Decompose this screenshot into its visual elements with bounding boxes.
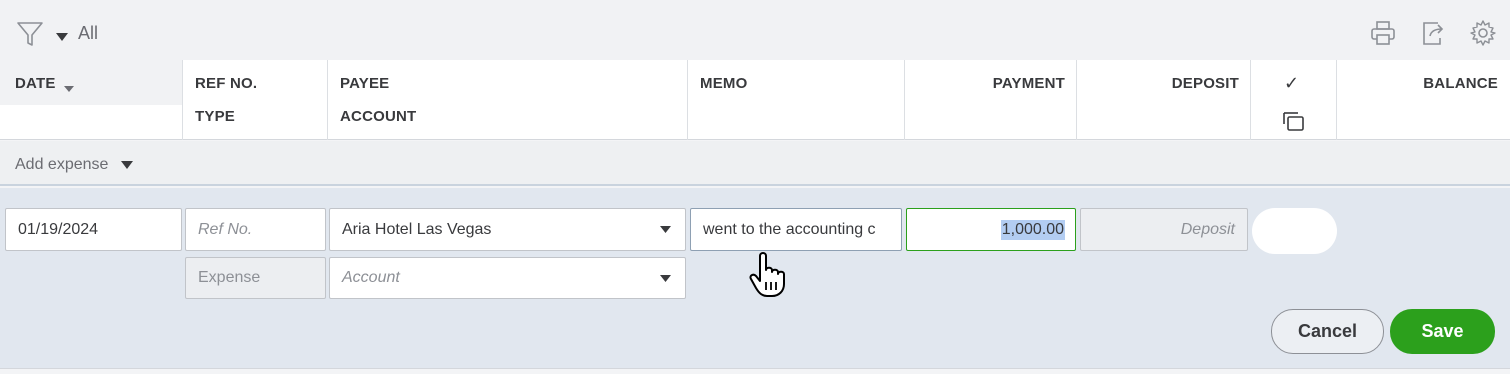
column-header-account[interactable]: ACCOUNT [340,108,416,125]
column-divider [327,60,328,140]
chevron-down-icon [120,160,133,169]
payment-value: 1,000.00 [1000,219,1065,240]
memo-field[interactable]: went to the accounting c [690,208,902,251]
add-expense-dropdown[interactable]: Add expense [15,156,133,174]
column-divider [1336,60,1337,140]
settings-icon[interactable] [1468,18,1498,48]
duplicate-icon [1283,112,1305,137]
export-icon[interactable] [1418,18,1448,48]
add-expense-row [0,141,1510,186]
hand-cursor-icon [748,250,790,298]
filter-label[interactable]: All [78,23,98,44]
column-header-type[interactable]: TYPE [195,108,235,125]
date-field[interactable]: 01/19/2024 [5,208,182,251]
deposit-field: Deposit [1080,208,1248,251]
column-header-date[interactable]: DATE [15,75,56,92]
print-icon[interactable] [1368,18,1398,48]
save-button[interactable]: Save [1390,309,1495,354]
cancel-button[interactable]: Cancel [1271,309,1384,354]
column-header-payment[interactable]: PAYMENT [904,75,1065,92]
payee-dropdown-icon[interactable] [645,209,685,250]
column-divider [1250,60,1251,140]
add-expense-label: Add expense [15,156,109,173]
column-header-payee[interactable]: PAYEE [340,75,389,92]
payee-field[interactable]: Aria Hotel Las Vegas [329,208,686,251]
payee-value: Aria Hotel Las Vegas [342,220,492,238]
cleared-toggle[interactable] [1252,208,1337,254]
column-header-balance[interactable]: BALANCE [1336,75,1498,92]
account-dropdown-icon[interactable] [645,258,685,298]
filter-bar [0,0,1510,60]
column-header-deposit[interactable]: DEPOSIT [1076,75,1239,92]
column-divider [1076,60,1077,140]
filter-caret-icon[interactable] [55,29,69,47]
account-field[interactable]: Account [329,257,686,299]
next-row-strip [0,368,1510,374]
filter-icon[interactable] [16,20,44,48]
type-field: Expense [185,257,326,299]
column-divider [904,60,905,140]
column-divider [182,60,183,140]
column-header-cleared[interactable]: ✓ [1284,73,1299,94]
column-header-ref-no[interactable]: REF NO. [195,75,257,92]
account-placeholder: Account [342,269,400,286]
column-divider [687,60,688,140]
ref-no-field[interactable]: Ref No. [185,208,326,251]
payment-field[interactable]: 1,000.00 [906,208,1076,251]
sort-caret-icon[interactable] [64,80,74,98]
column-header-memo[interactable]: MEMO [700,75,747,92]
